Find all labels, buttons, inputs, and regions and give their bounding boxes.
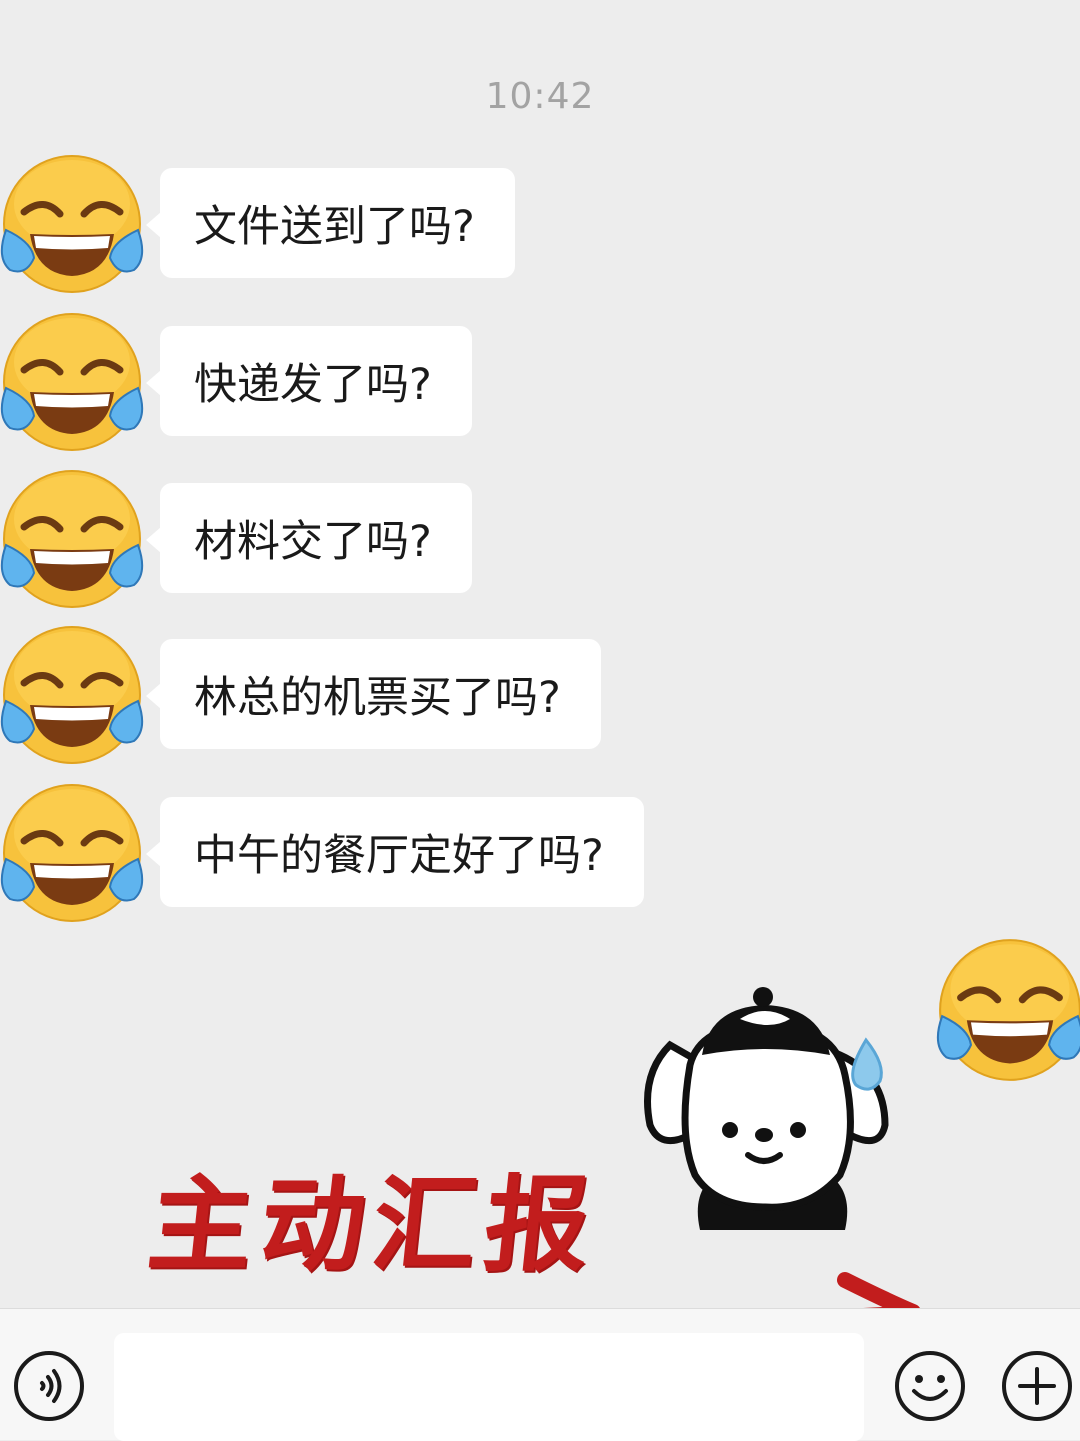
message-bubble[interactable]: 中午的餐厅定好了吗? <box>146 797 644 907</box>
message-row: 快递发了吗? <box>0 310 1080 460</box>
message-bubble[interactable]: 快递发了吗? <box>146 326 472 436</box>
overlay-caption-line1: 主动汇报 <box>142 1163 604 1286</box>
chat-input-bar <box>0 1308 1080 1441</box>
emoji-icon[interactable] <box>893 1349 967 1423</box>
message-input[interactable] <box>114 1333 864 1441</box>
face-with-tears-of-joy-icon[interactable] <box>0 623 144 767</box>
face-with-tears-of-joy-icon[interactable] <box>0 310 144 454</box>
message-row: 材料交了吗? <box>0 467 1080 617</box>
self-avatar-face-with-tears-of-joy-icon[interactable] <box>936 936 1080 1084</box>
face-with-tears-of-joy-icon[interactable] <box>0 781 144 925</box>
message-row: 林总的机票买了吗? <box>0 623 1080 773</box>
voice-icon[interactable] <box>12 1349 86 1423</box>
face-with-tears-of-joy-icon[interactable] <box>0 467 144 611</box>
message-bubble[interactable]: 文件送到了吗? <box>146 168 515 278</box>
sweating-puppy-sticker[interactable] <box>630 985 900 1250</box>
message-bubble[interactable]: 林总的机票买了吗? <box>146 639 601 749</box>
message-row: 中午的餐厅定好了吗? <box>0 781 1080 931</box>
message-row: 文件送到了吗? <box>0 152 1080 302</box>
chat-timestamp: 10:42 <box>485 76 595 117</box>
plus-icon[interactable] <box>1000 1349 1074 1423</box>
face-with-tears-of-joy-icon[interactable] <box>0 152 144 296</box>
message-bubble[interactable]: 材料交了吗? <box>146 483 472 593</box>
